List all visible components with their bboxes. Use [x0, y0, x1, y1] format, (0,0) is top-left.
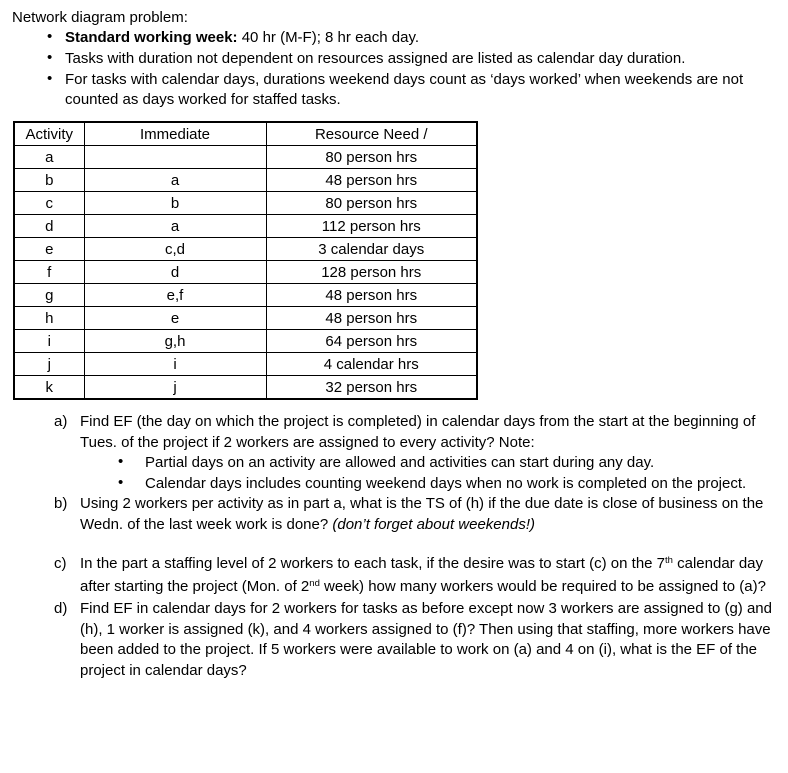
cell-activity: i	[13, 329, 85, 353]
table-row: h e 48 person hrs	[13, 306, 478, 330]
question-item-b: b) Using 2 workers per activity as in pa…	[12, 494, 786, 535]
ordinal-suffix-nd: nd	[309, 577, 320, 589]
cell-immediate: e,f	[83, 283, 267, 307]
question-item-d: d) Find EF in calendar days for 2 worker…	[12, 599, 786, 681]
cell-immediate: j	[83, 375, 267, 400]
cell-activity: f	[13, 260, 85, 284]
table-row: k j 32 person hrs	[13, 375, 478, 400]
question-text: Find EF (the day on which the project is…	[80, 413, 756, 451]
cell-activity: j	[13, 352, 85, 376]
cell-activity: a	[13, 145, 85, 169]
cell-resource: 48 person hrs	[265, 168, 478, 192]
cell-resource: 48 person hrs	[265, 306, 478, 330]
intro-bullet-text: For tasks with calendar days, durations …	[65, 71, 744, 108]
cell-activity: k	[13, 375, 85, 400]
table-row: a 80 person hrs	[13, 145, 478, 169]
column-header-immediate: Immediate	[83, 121, 267, 146]
cell-immediate: a	[83, 214, 267, 238]
cell-resource: 48 person hrs	[265, 283, 478, 307]
cell-activity: g	[13, 283, 85, 307]
question-list: a) Find EF (the day on which the project…	[12, 412, 786, 681]
activity-table-wrapper: Activity Immediate Resource Need / a 80 …	[13, 121, 786, 400]
cell-resource: 64 person hrs	[265, 329, 478, 353]
cell-resource: 3 calendar days	[265, 237, 478, 261]
activity-table: Activity Immediate Resource Need / a 80 …	[13, 121, 478, 400]
table-row: c b 80 person hrs	[13, 191, 478, 215]
cell-activity: e	[13, 237, 85, 261]
cell-resource: 80 person hrs	[265, 145, 478, 169]
cell-resource: 112 person hrs	[265, 214, 478, 238]
question-text-part3: week) how many workers would be required…	[319, 577, 766, 595]
cell-resource: 4 calendar hrs	[265, 352, 478, 376]
question-item-a: a) Find EF (the day on which the project…	[12, 412, 786, 494]
intro-heading: Network diagram problem:	[12, 9, 188, 26]
question-text-italic-note: (don’t forget about weekends!)	[332, 515, 535, 533]
question-marker: c)	[54, 555, 67, 572]
ordinal-suffix-th: th	[665, 555, 673, 566]
table-row: g e,f 48 person hrs	[13, 283, 478, 307]
cell-immediate: e	[83, 306, 267, 330]
intro-bullet-text: 40 hr (M-F); 8 hr each day.	[237, 29, 419, 46]
cell-immediate: g,h	[83, 329, 267, 353]
intro-bullet-item: Tasks with duration not dependent on res…	[12, 48, 786, 69]
cell-activity: d	[13, 214, 85, 238]
intro-bullet-item: Standard working week: 40 hr (M-F); 8 hr…	[12, 27, 786, 48]
cell-immediate: d	[83, 260, 267, 284]
cell-resource: 128 person hrs	[265, 260, 478, 284]
intro-bullet-list: Standard working week: 40 hr (M-F); 8 hr…	[12, 27, 786, 110]
column-header-activity: Activity	[13, 121, 85, 146]
sub-bullet-item: Calendar days includes counting weekend …	[80, 473, 784, 495]
cell-activity: c	[13, 191, 85, 215]
table-row: f d 128 person hrs	[13, 260, 478, 284]
cell-resource: 32 person hrs	[265, 375, 478, 400]
intro-bullet-text: Tasks with duration not dependent on res…	[65, 50, 686, 67]
question-marker: d)	[54, 600, 68, 617]
question-marker: a)	[54, 413, 68, 430]
document-page: Network diagram problem: Standard workin…	[0, 0, 788, 773]
table-row: b a 48 person hrs	[13, 168, 478, 192]
table-header-row: Activity Immediate Resource Need /	[13, 121, 478, 146]
cell-immediate: i	[83, 352, 267, 376]
sub-bullet-item: Partial days on an activity are allowed …	[80, 452, 784, 474]
table-row: j i 4 calendar hrs	[13, 352, 478, 376]
question-text: Find EF in calendar days for 2 workers f…	[80, 600, 772, 679]
intro-bullet-item: For tasks with calendar days, durations …	[12, 69, 786, 110]
cell-resource: 80 person hrs	[265, 191, 478, 215]
column-header-resource: Resource Need /	[265, 121, 478, 146]
question-a-sub-bullets: Partial days on an activity are allowed …	[80, 452, 784, 495]
table-row: d a 112 person hrs	[13, 214, 478, 238]
intro-bullet-bold-lead: Standard working week:	[65, 29, 238, 46]
cell-immediate: a	[83, 168, 267, 192]
cell-activity: h	[13, 306, 85, 330]
question-text-part1: In the part a staffing level of 2 worker…	[80, 555, 666, 572]
cell-immediate: b	[83, 191, 267, 215]
cell-activity: b	[13, 168, 85, 192]
question-item-c: c) In the part a staffing level of 2 wor…	[12, 554, 786, 599]
table-row: e c,d 3 calendar days	[13, 237, 478, 261]
cell-immediate: c,d	[83, 237, 267, 261]
cell-immediate	[83, 145, 267, 169]
table-row: i g,h 64 person hrs	[13, 329, 478, 353]
question-marker: b)	[54, 495, 68, 512]
